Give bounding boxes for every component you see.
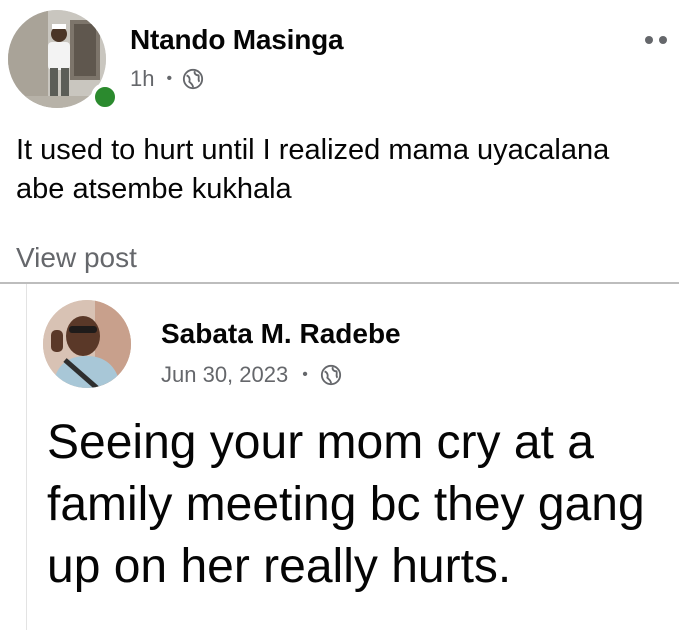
globe-icon[interactable] <box>182 68 204 90</box>
more-dot <box>645 36 653 44</box>
meta-separator: • <box>166 70 173 87</box>
more-dot <box>659 36 667 44</box>
shared-author-avatar-image <box>43 300 131 388</box>
online-status-indicator <box>91 83 119 111</box>
shared-post-meta: Jun 30, 2023 • <box>161 362 342 388</box>
shared-post-card[interactable]: Sabata M. Radebe Jun 30, 2023 • Seeing y… <box>26 284 679 630</box>
shared-author-avatar[interactable] <box>43 300 131 388</box>
author-avatar-wrapper[interactable] <box>8 10 119 111</box>
post-author-name[interactable]: Ntando Masinga <box>130 24 344 56</box>
globe-icon[interactable] <box>320 364 342 386</box>
view-post-link[interactable]: View post <box>16 242 137 274</box>
post-meta: 1h • <box>130 66 204 92</box>
post-header: Ntando Masinga 1h • <box>0 0 679 112</box>
shared-meta-separator: • <box>302 366 308 383</box>
more-options-icon[interactable] <box>645 30 679 50</box>
post-timestamp[interactable]: 1h <box>130 66 154 92</box>
shared-post-author-name[interactable]: Sabata M. Radebe <box>161 318 401 350</box>
shared-post-date[interactable]: Jun 30, 2023 <box>161 362 288 388</box>
post-body-text: It used to hurt until I realized mama uy… <box>16 134 610 205</box>
shared-post-body-text: Seeing your mom cry at a family meeting … <box>47 416 645 593</box>
